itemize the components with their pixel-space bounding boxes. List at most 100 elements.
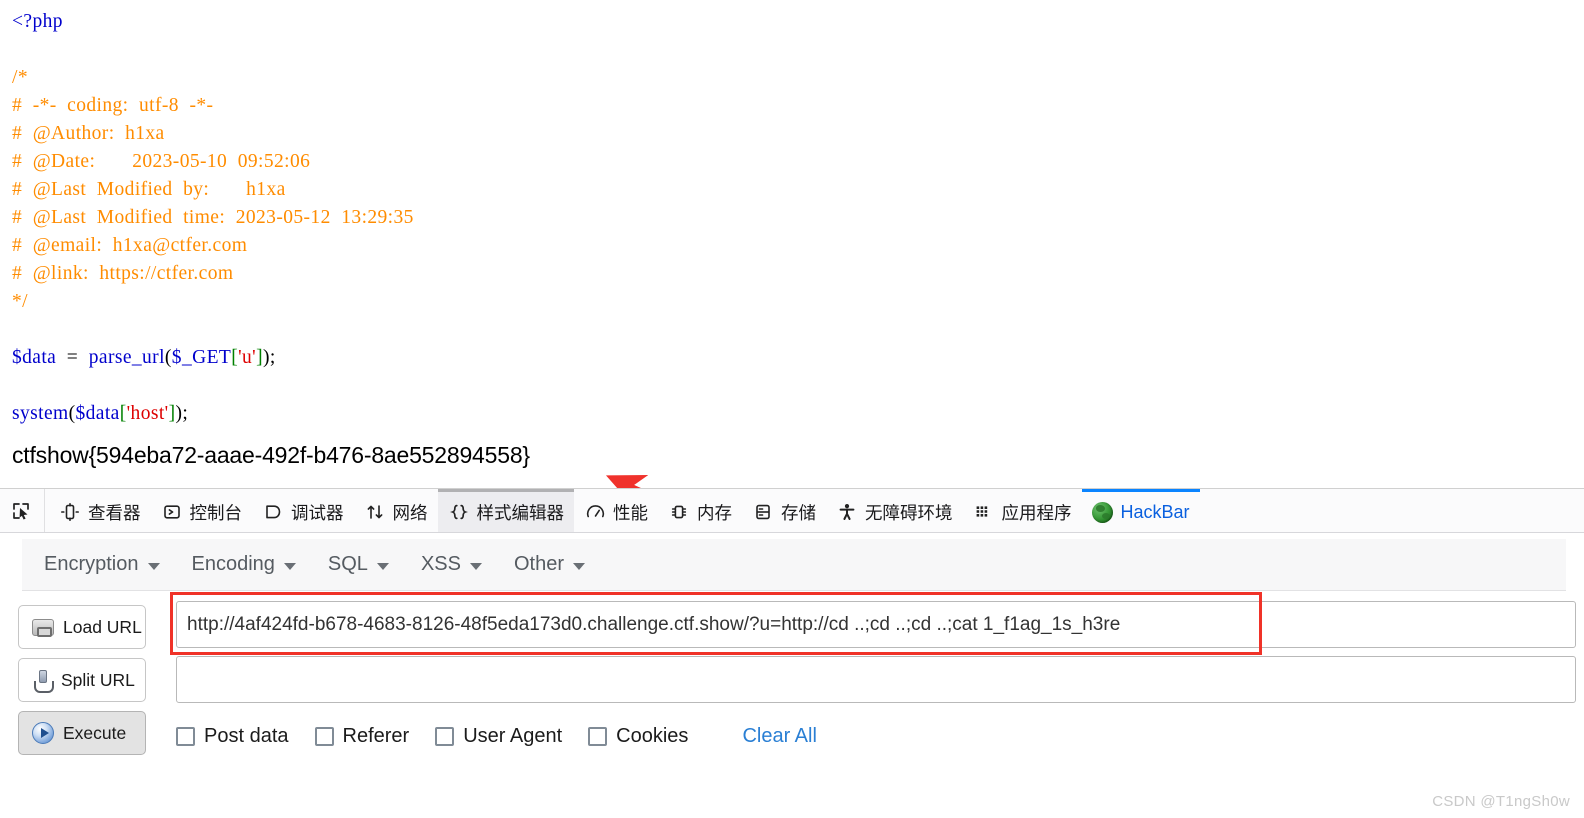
menu-other[interactable]: Other [498,547,601,582]
style-editor-icon [448,501,470,523]
csdn-watermark: CSDN @T1ngSh0w [1432,793,1570,810]
menu-sql[interactable]: SQL [312,547,405,582]
tab-style-editor[interactable]: 样式编辑器 [437,489,574,532]
code-line: # @Date: 2023-05-10 09:52:06 [12,148,1584,176]
tab-hackbar[interactable]: HackBar [1081,489,1200,532]
code-token: */ [12,291,28,312]
url-input[interactable] [176,601,1576,648]
accessibility-icon [836,501,858,523]
element-picker-icon [10,500,32,522]
code-token: # @email: h1xa@ctfer.com [12,235,248,256]
menu-encryption[interactable]: Encryption [28,547,176,582]
checkbox-box [176,727,195,746]
hackbar-action-buttons: Load URL Split URL Execute [0,601,176,764]
devtools-panel: 查看器 控制台 调试器 网络 样式编辑器 性能 内存 存储 无障碍环境 应用程序… [0,488,1584,818]
post-data-textarea[interactable] [176,656,1576,703]
code-token: system [12,403,69,424]
tab-inspector[interactable]: 查看器 [49,489,151,532]
code-line: # -*- coding: utf-8 -*- [12,92,1584,120]
hackbar-menu-bar: Encryption Encoding SQL XSS Other [22,539,1566,591]
code-token: ); [175,403,189,424]
menu-xss[interactable]: XSS [405,547,498,582]
checkbox-post-data[interactable]: Post data [176,725,289,748]
code-line: # @link: https://ctfer.com [12,260,1584,288]
code-token: [ [119,403,127,424]
tab-debugger[interactable]: 调试器 [252,489,354,532]
code-line: # @email: h1xa@ctfer.com [12,232,1584,260]
performance-icon [584,501,606,523]
checkbox-label: Cookies [616,725,689,747]
code-line: # @Last Modified time: 2023-05-12 13:29:… [12,204,1584,232]
tab-label: HackBar [1120,501,1190,522]
code-token: # -*- coding: utf-8 -*- [12,95,214,116]
checkbox-label: Post data [204,725,289,747]
tab-memory[interactable]: 内存 [658,489,742,532]
devtools-tab-bar: 查看器 控制台 调试器 网络 样式编辑器 性能 内存 存储 无障碍环境 应用程序… [0,489,1584,533]
button-label: Execute [63,722,127,743]
code-line: # @Author: h1xa [12,120,1584,148]
ctfshow-flag-text: ctfshow{594eba72-aaae-492f-b476-8ae55289… [12,442,530,468]
code-token: $data [75,403,120,424]
tab-label: 性能 [613,502,648,523]
checkbox-label: Referer [342,725,410,747]
tab-console[interactable]: 控制台 [151,489,253,532]
console-icon [161,501,183,523]
code-token: ( [164,347,172,368]
checkbox-user-agent[interactable]: User Agent [435,725,562,748]
menu-label: Other [513,553,564,575]
menu-label: Encoding [191,553,275,575]
application-icon [973,501,995,523]
checkbox-box [435,727,455,746]
execute-icon [32,722,54,744]
tab-label: 查看器 [88,502,141,523]
button-label: Load URL [63,616,142,637]
php-source-output: <?php /* # -*- coding: utf-8 -*- # @Author… [0,0,1584,488]
hackbar-fields: Post data Referer User Agent Cookie [170,592,1584,764]
tab-label: 控制台 [189,502,243,523]
network-icon [364,501,386,523]
code-token: # @Date: 2023-05-10 09:52:06 [12,151,311,172]
memory-icon [668,501,690,523]
checkbox-label: User Agent [463,725,563,747]
inspector-icon [59,501,81,523]
code-line: system($data['host']); [12,400,1584,428]
tab-performance[interactable]: 性能 [574,489,658,532]
chevron-down-icon [469,562,482,570]
hackbar-options-row: Post data Referer User Agent Cookies Cle… [176,725,1584,748]
element-picker-button[interactable] [0,489,45,532]
code-line: $data = parse_url($_GET['u']); [12,344,1584,372]
checkbox-cookies[interactable]: Cookies [588,725,688,748]
split-url-button[interactable]: Split URL [18,658,146,702]
code-token: # @link: https://ctfer.com [12,263,234,284]
tab-storage[interactable]: 存储 [742,489,826,532]
tab-label: 调试器 [291,502,344,523]
execute-button[interactable]: Execute [18,711,146,755]
code-line: <?php [12,8,1584,36]
checkbox-referer[interactable]: Referer [314,725,410,748]
tab-label: 无障碍环境 [865,502,953,523]
tab-accessibility[interactable]: 无障碍环境 [826,489,963,532]
load-url-icon [32,618,54,637]
debugger-icon [262,501,284,523]
code-token: $_GET [171,347,232,368]
hackbar-body: Load URL Split URL Execute http://4af424… [0,591,1584,764]
menu-encoding[interactable]: Encoding [176,547,312,582]
chevron-down-icon [147,562,160,570]
load-url-button[interactable]: Load URL [18,605,146,649]
code-token: 'host' [126,403,169,424]
tab-label: 应用程序 [1001,502,1072,523]
code-token: $data [12,347,57,368]
clear-all-link[interactable]: Clear All [742,725,816,748]
tab-application[interactable]: 应用程序 [963,489,1082,532]
url-field-wrapper [170,592,1584,655]
menu-label: SQL [327,553,368,575]
checkbox-box [588,727,608,746]
code-token: ] [256,347,263,368]
tab-label: 内存 [697,502,732,523]
code-token: # @Last Modified time: 2023-05-12 13:29:… [12,207,414,228]
code-token: # @Author: h1xa [12,123,165,144]
tab-label: 网络 [392,502,428,523]
tab-network[interactable]: 网络 [354,489,438,532]
split-url-icon [32,669,54,693]
